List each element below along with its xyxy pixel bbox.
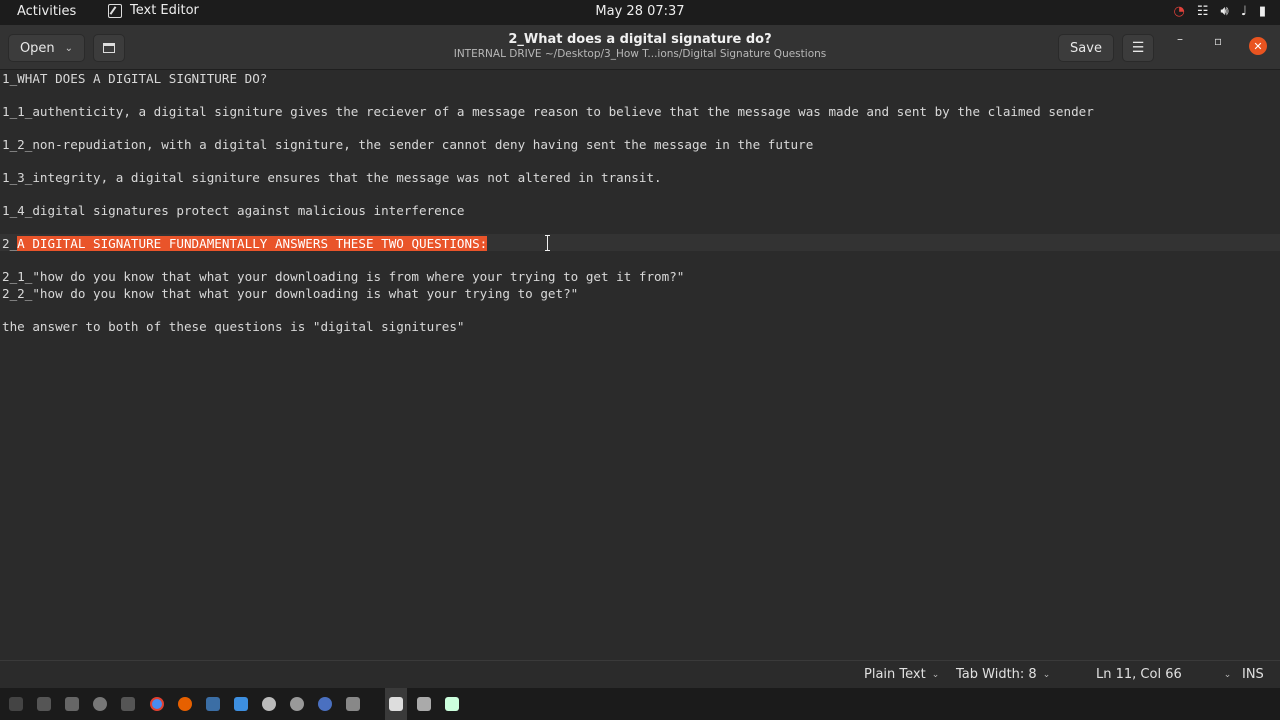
window-title-area: 2_What does a digital signature do? INTE… xyxy=(340,32,940,60)
terminal-icon[interactable] xyxy=(9,697,23,711)
top-bar: Activities Text Editor May 28 07:37 ◔ ☷ … xyxy=(0,0,1280,25)
firefox-icon[interactable] xyxy=(178,697,192,711)
language-selector[interactable]: Plain Text ⌄ xyxy=(864,667,939,682)
clipboard-icon[interactable] xyxy=(445,697,459,711)
language-label: Plain Text xyxy=(864,667,926,682)
microphone-icon[interactable]: ♩ xyxy=(1241,4,1247,20)
main-menu-button[interactable]: ☰ xyxy=(1122,34,1154,62)
open-button[interactable]: Open ⌄ xyxy=(8,34,85,62)
close-window-button[interactable]: ✕ xyxy=(1249,37,1267,55)
activities-button[interactable]: Activities xyxy=(17,4,76,19)
header-bar: Open ⌄ 2_What does a digital signature d… xyxy=(0,25,1280,70)
network-icon[interactable]: ☷ xyxy=(1197,4,1209,20)
editor-line[interactable]: 2_1_"how do you know that what your down… xyxy=(2,268,684,285)
chevron-down-icon: ⌄ xyxy=(64,42,74,54)
editor-line-selected[interactable]: 2_A DIGITAL SIGNATURE FUNDAMENTALLY ANSW… xyxy=(2,235,488,252)
document-title: 2_What does a digital signature do? xyxy=(508,32,772,47)
system-tray[interactable]: ◔ ☷ 🔊︎ ♩ ▮ xyxy=(1174,4,1267,20)
editor-line[interactable]: 1_3_integrity, a digital signiture ensur… xyxy=(2,169,662,186)
status-bar: Plain Text ⌄ Tab Width: 8 ⌄ Ln 11, Col 6… xyxy=(0,660,1280,688)
discord-icon[interactable] xyxy=(262,697,276,711)
new-tab-button[interactable] xyxy=(93,34,125,62)
editor-line[interactable]: 1_2_non-repudiation, with a digital sign… xyxy=(2,136,813,153)
editor-line[interactable]: 2_2_"how do you know that what your down… xyxy=(2,285,578,302)
document-icon[interactable] xyxy=(234,697,248,711)
insert-mode-label: INS xyxy=(1242,667,1264,682)
archive-icon[interactable] xyxy=(121,697,135,711)
editor-line[interactable]: 1_1_authenticity, a digital signiture gi… xyxy=(2,103,1094,120)
clock-app-icon[interactable] xyxy=(290,697,304,711)
text-editor-icon xyxy=(108,3,122,18)
mouse-ibeam-cursor xyxy=(545,235,551,251)
update-notifier-icon[interactable]: ◔ xyxy=(1174,4,1185,20)
notes-icon[interactable] xyxy=(417,697,431,711)
tab-width-selector[interactable]: Tab Width: 8 ⌄ xyxy=(956,667,1050,682)
chevron-down-icon: ⌄ xyxy=(1223,669,1232,680)
battery-icon[interactable]: ▮ xyxy=(1259,4,1266,20)
app-name: Text Editor xyxy=(130,3,199,18)
open-label: Open xyxy=(19,40,55,56)
insert-mode-indicator[interactable]: INS xyxy=(1242,667,1264,682)
settings-icon[interactable] xyxy=(93,697,107,711)
editor-line[interactable]: 1_WHAT DOES A DIGITAL SIGNITURE DO? xyxy=(2,70,267,87)
editor-line[interactable]: 1_4_digital signatures protect against m… xyxy=(2,202,465,219)
maximize-icon[interactable]: ▫ xyxy=(1214,34,1222,48)
chevron-down-icon: ⌄ xyxy=(931,669,940,680)
tab-width-label: Tab Width: 8 xyxy=(956,667,1037,682)
new-tab-icon xyxy=(103,43,115,53)
chrome-icon[interactable] xyxy=(150,697,164,711)
text-editor-area[interactable]: 1_WHAT DOES A DIGITAL SIGNITURE DO? 1_1_… xyxy=(0,70,1280,660)
text-selection[interactable]: A DIGITAL SIGNATURE FUNDAMENTALLY ANSWER… xyxy=(17,236,488,251)
line-prefix: 2_ xyxy=(2,236,18,251)
cursor-position-selector[interactable]: Ln 11, Col 66 ⌄ xyxy=(1096,667,1231,682)
cursor-position-label: Ln 11, Col 66 xyxy=(1096,667,1182,682)
steam-icon[interactable] xyxy=(206,697,220,711)
hamburger-menu-icon: ☰ xyxy=(1131,40,1145,56)
tools-icon[interactable] xyxy=(346,697,360,711)
taskbar-dock xyxy=(0,688,1280,720)
chevron-down-icon: ⌄ xyxy=(1042,669,1051,680)
volume-icon[interactable]: 🔊︎ xyxy=(1221,4,1229,20)
vpn-icon[interactable] xyxy=(318,697,332,711)
text-editor-dock-icon[interactable] xyxy=(389,697,403,711)
minimize-icon[interactable]: – xyxy=(1177,32,1183,46)
app-menu[interactable]: Text Editor xyxy=(108,3,199,18)
save-button[interactable]: Save xyxy=(1058,34,1114,62)
editor-line[interactable]: the answer to both of these questions is… xyxy=(2,318,465,335)
calculator-icon[interactable] xyxy=(65,697,79,711)
document-path: INTERNAL DRIVE ~/Desktop/3_How T...ions/… xyxy=(453,48,827,60)
files-icon[interactable] xyxy=(37,697,51,711)
